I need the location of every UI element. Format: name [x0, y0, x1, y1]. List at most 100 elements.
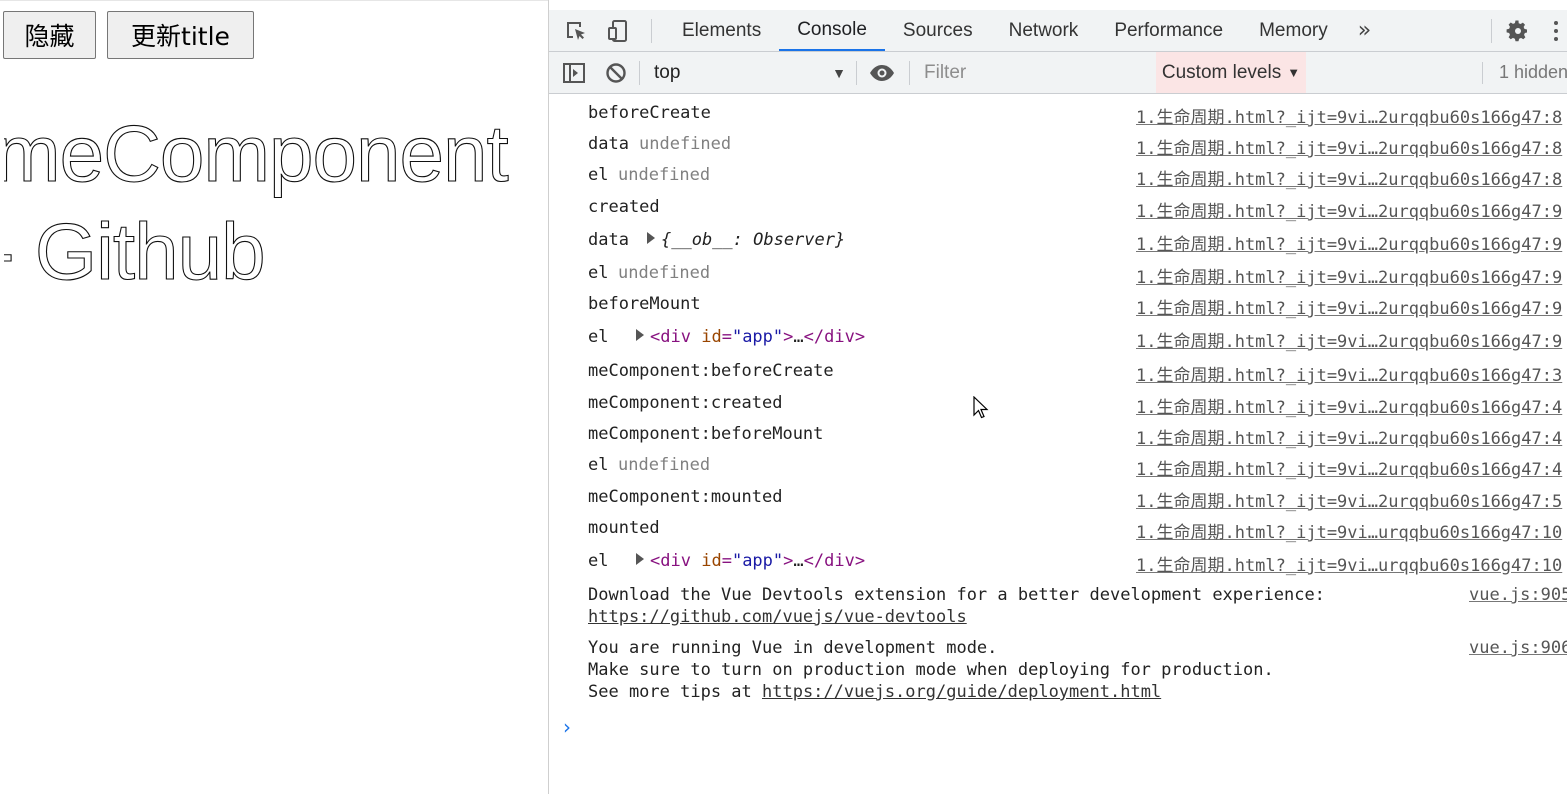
filter-input[interactable] [920, 53, 1156, 92]
tabbar-divider [1491, 18, 1492, 43]
log-object[interactable]: {__ob__: Observer} [639, 230, 845, 250]
element-token [691, 327, 701, 347]
log-source-link[interactable]: vue.js:9064 [1469, 637, 1567, 659]
console-prompt[interactable]: › [563, 715, 571, 739]
log-message: beforeCreate [588, 103, 711, 123]
vue-message-text: You are running Vue in development mode.… [588, 637, 1274, 703]
more-options-icon[interactable] [1544, 20, 1567, 41]
element-token: < [650, 327, 661, 347]
sidebar-toggle-icon[interactable] [553, 52, 595, 93]
log-source-link[interactable]: 1.生命周期.html?_ijt=9vi…2urqqbu60s166g47:3 [1136, 361, 1567, 386]
console-toolbar: top ▼ Custom levels ▼ 1 hidden [549, 52, 1567, 94]
tabbar-right [1491, 10, 1567, 51]
log-message: el [588, 327, 609, 347]
vue-message-line: You are running Vue in development mode. [588, 638, 998, 658]
web-page: 隐藏 更新title meComponent - Github [0, 0, 548, 794]
log-message: data [588, 134, 629, 154]
element-token: … [793, 551, 804, 571]
log-value: undefined [618, 263, 711, 283]
log-source-link[interactable]: 1.生命周期.html?_ijt=9vi…2urqqbu60s166g47:8 [1136, 165, 1567, 190]
log-value: undefined [639, 134, 732, 154]
element-token: > [783, 551, 794, 571]
element-token: = [721, 327, 732, 347]
element-token: … [793, 327, 804, 347]
log-source-link[interactable]: 1.生命周期.html?_ijt=9vi…2urqqbu60s166g47:9 [1136, 327, 1567, 352]
log-message: created [588, 197, 660, 217]
element-token: id [701, 551, 722, 571]
page-heading-line2: - Github [4, 206, 266, 296]
console-log: beforeCreate 1.生命周期.html?_ijt=9vi…2urqqbu… [549, 94, 1567, 794]
element-token: "app" [731, 551, 784, 571]
log-source-link[interactable]: 1.生命周期.html?_ijt=9vi…2urqqbu60s166g47:4 [1136, 393, 1567, 418]
expand-triangle-icon[interactable] [636, 329, 644, 341]
toolbar-divider [1482, 62, 1483, 84]
live-expression-eye-icon[interactable] [861, 52, 903, 93]
page-heading-line1: meComponent [4, 108, 509, 198]
element-token: < [650, 551, 661, 571]
log-value: undefined [618, 165, 711, 185]
log-element[interactable]: <div id="app">…</div> [618, 551, 865, 571]
tab-network[interactable]: Network [991, 10, 1097, 51]
context-select[interactable]: top ▼ [642, 52, 852, 93]
object-preview: {__ob__: Observer} [661, 230, 846, 250]
vue-message-text: Download the Vue Devtools extension for … [588, 584, 1325, 628]
tab-memory[interactable]: Memory [1241, 10, 1346, 51]
vue-message-line: Download the Vue Devtools extension for … [588, 585, 1325, 605]
log-message: beforeMount [588, 294, 701, 314]
tabbar-divider [651, 18, 652, 43]
log-source-link[interactable]: 1.生命周期.html?_ijt=9vi…2urqqbu60s166g47:5 [1136, 487, 1567, 512]
log-source-link[interactable]: 1.生命周期.html?_ijt=9vi…2urqqbu60s166g47:8 [1136, 103, 1567, 128]
log-source-link[interactable]: 1.生命周期.html?_ijt=9vi…2urqqbu60s166g47:9 [1136, 230, 1567, 255]
log-message: data [588, 230, 629, 250]
toolbar-divider [856, 60, 857, 85]
log-message: meComponent:created [588, 393, 783, 413]
tab-console[interactable]: Console [779, 10, 885, 51]
element-token: > [783, 327, 794, 347]
log-source-link[interactable]: 1.生命周期.html?_ijt=9vi…urqqbu60s166g47:10 [1136, 551, 1567, 576]
log-source-link[interactable]: 1.生命周期.html?_ijt=9vi…2urqqbu60s166g47:9 [1136, 197, 1567, 222]
clear-console-icon[interactable] [595, 52, 637, 93]
log-value: undefined [618, 455, 711, 475]
log-message: el [588, 551, 609, 571]
log-levels-dropdown[interactable]: Custom levels ▼ [1156, 52, 1306, 93]
tab-elements[interactable]: Elements [664, 10, 779, 51]
vue-message-line: See more tips at https://vuejs.org/guide… [588, 681, 1274, 703]
device-toolbar-icon[interactable] [597, 10, 639, 51]
log-message: el [588, 263, 609, 283]
log-source-link[interactable]: 1.生命周期.html?_ijt=9vi…urqqbu60s166g47:10 [1136, 518, 1567, 543]
settings-icon[interactable] [1506, 19, 1530, 43]
expand-triangle-icon[interactable] [636, 553, 644, 565]
log-levels-label: Custom levels [1161, 61, 1282, 83]
tab-sources[interactable]: Sources [885, 10, 991, 51]
log-source-link[interactable]: 1.生命周期.html?_ijt=9vi…2urqqbu60s166g47:9 [1136, 263, 1567, 288]
log-source-link[interactable]: 1.生命周期.html?_ijt=9vi…2urqqbu60s166g47:9 [1136, 294, 1567, 319]
log-message: meComponent:beforeCreate [588, 361, 834, 381]
element-token [691, 551, 701, 571]
log-source-link[interactable]: 1.生命周期.html?_ijt=9vi…2urqqbu60s166g47:8 [1136, 134, 1567, 159]
page-heading: meComponent - Github [4, 105, 548, 301]
inspect-icon[interactable] [555, 10, 597, 51]
vue-message-line: https://github.com/vuejs/vue-devtools [588, 606, 1325, 628]
log-source-link[interactable]: 1.生命周期.html?_ijt=9vi…2urqqbu60s166g47:4 [1136, 455, 1567, 480]
vue-message-link[interactable]: https://vuejs.org/guide/deployment.html [762, 682, 1161, 702]
tab-performance[interactable]: Performance [1096, 10, 1241, 51]
dropdown-arrow-icon: ▼ [1287, 65, 1301, 80]
log-element[interactable]: <div id="app">…</div> [618, 327, 865, 347]
element-token: > [854, 551, 866, 571]
expand-triangle-icon[interactable] [647, 232, 655, 244]
toolbar-divider [639, 60, 640, 85]
element-token: div [660, 551, 691, 571]
log-source-link[interactable]: 1.生命周期.html?_ijt=9vi…2urqqbu60s166g47:4 [1136, 424, 1567, 449]
vue-message-link[interactable]: https://github.com/vuejs/vue-devtools [588, 607, 967, 627]
log-message: meComponent:mounted [588, 487, 783, 507]
hide-button[interactable]: 隐藏 [3, 11, 96, 59]
element-token: div [824, 327, 855, 347]
log-source-link[interactable]: vue.js:9055 [1469, 584, 1567, 606]
vue-message-prefix: See more tips at [588, 682, 762, 702]
hidden-messages-count: 1 hidden [1499, 62, 1567, 82]
element-token: </ [803, 327, 825, 347]
devtools-tabbar: Elements Console Sources Network Perform… [549, 10, 1567, 52]
element-token: "app" [731, 327, 784, 347]
more-tabs-button[interactable]: » [1346, 18, 1383, 43]
update-title-button[interactable]: 更新title [107, 11, 254, 59]
